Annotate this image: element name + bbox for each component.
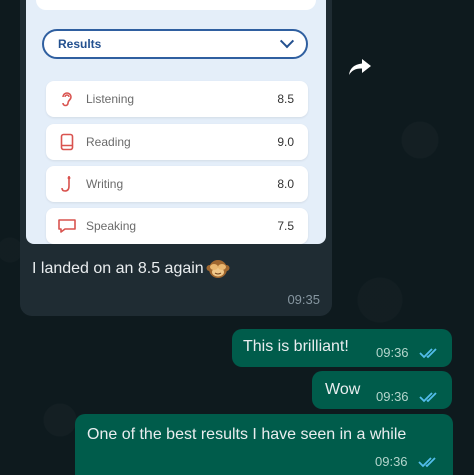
message-time: 09:35 [287, 292, 320, 307]
score-value: 7.5 [277, 219, 294, 233]
results-dropdown-label: Results [58, 37, 102, 51]
score-row-reading: Reading 9.0 [46, 124, 308, 160]
outgoing-message[interactable]: Wow 09:36 [312, 371, 452, 409]
message-text: This is brilliant! [243, 338, 349, 355]
book-icon [56, 131, 78, 153]
double-check-icon [418, 457, 436, 468]
message-time: 09:36 [376, 345, 409, 360]
score-label: Speaking [86, 219, 137, 233]
score-row-writing: Writing 8.0 [46, 166, 308, 202]
score-value: 8.5 [277, 92, 294, 106]
incoming-message[interactable]: Results Listening 8.5 Reading 9.0 Writin… [20, 0, 332, 316]
speech-bubble-icon [56, 215, 78, 237]
message-text: Wow [325, 381, 361, 398]
score-row-speaking: Speaking 7.5 [46, 208, 308, 244]
score-label: Reading [86, 135, 131, 149]
message-time: 09:36 [376, 389, 409, 404]
outgoing-message[interactable]: This is brilliant! 09:36 [232, 329, 452, 367]
caption-text: I landed on an 8.5 again [32, 260, 204, 277]
score-label: Listening [86, 92, 135, 106]
message-text: One of the best results I have seen in a… [87, 426, 407, 443]
score-value: 9.0 [277, 135, 294, 149]
score-row-listening: Listening 8.5 [46, 81, 308, 117]
score-label: Writing [86, 177, 124, 191]
screenshot-top-card [36, 0, 316, 10]
ear-icon [56, 88, 78, 110]
chevron-down-icon [279, 34, 295, 49]
shared-screenshot[interactable]: Results Listening 8.5 Reading 9.0 Writin… [26, 0, 326, 244]
pen-icon [56, 173, 78, 195]
outgoing-message[interactable]: One of the best results I have seen in a… [75, 414, 453, 475]
results-dropdown: Results [42, 29, 308, 59]
message-caption: I landed on an 8.5 again [32, 258, 230, 280]
see-no-evil-monkey-emoji-icon [206, 258, 230, 280]
double-check-icon [419, 348, 437, 359]
forward-icon[interactable] [347, 56, 373, 78]
score-value: 8.0 [277, 177, 294, 191]
double-check-icon [419, 392, 437, 403]
message-time: 09:36 [375, 454, 408, 469]
